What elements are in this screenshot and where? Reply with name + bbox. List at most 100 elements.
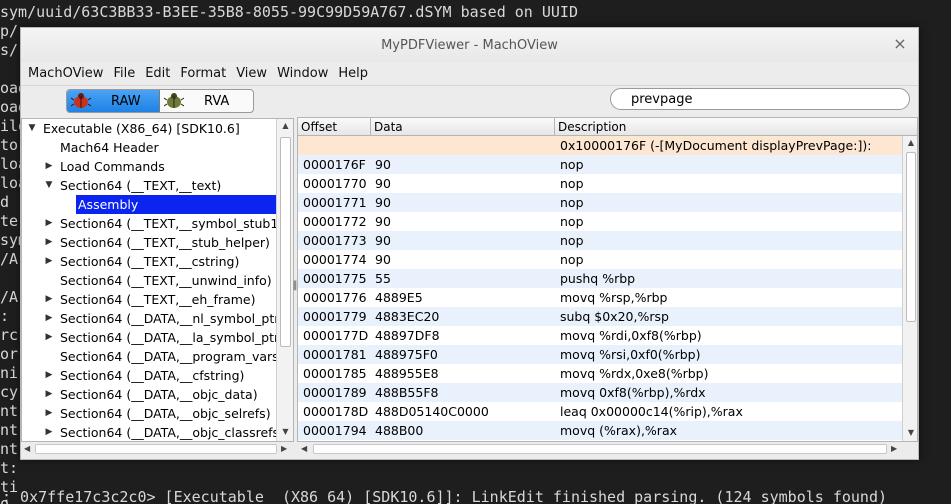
data-cell: 488975F0 <box>375 347 438 362</box>
tree-item-label: Section64 (__TEXT,__stub_helper) <box>60 235 270 250</box>
outline-scroll-thumb[interactable] <box>280 137 291 347</box>
description-cell: nop <box>560 252 584 267</box>
raw-mode-button[interactable]: RAW <box>67 90 160 112</box>
table-row[interactable]: 00001772 90 nop <box>298 212 902 231</box>
terminal-bottom-line: : 0x7ffe17c3c2c0> [Executable (X86_64) [… <box>2 488 888 504</box>
tree-item-label: Section64 (__DATA,__la_symbol_ptr) <box>60 330 284 345</box>
menu-edit[interactable]: Edit <box>142 66 177 81</box>
disclosure-collapsed-icon[interactable]: ▶ <box>43 328 55 347</box>
table-horizontal-scrollbar[interactable]: ◀ ▶ <box>297 442 918 457</box>
scroll-right-arrow-icon[interactable]: ▶ <box>281 444 287 453</box>
column-header-offset[interactable]: Offset <box>298 118 371 136</box>
disclosure-collapsed-icon[interactable]: ▶ <box>43 233 55 252</box>
data-cell: 90 <box>375 214 391 229</box>
scroll-right-arrow-icon[interactable]: ▶ <box>891 444 897 453</box>
table-row[interactable]: 0000178D 488D05140C0000 leaq 0x00000c14(%r… <box>298 402 902 421</box>
rva-mode-button[interactable]: RVA <box>160 90 253 112</box>
toolbar: RAW RVA <box>21 86 918 118</box>
tree-item-label: Load Commands <box>60 159 165 174</box>
rva-mode-label: RVA <box>204 94 230 109</box>
table-row[interactable]: 0000177D 48897DF8 movq %rdi,0xf8(%rbp) <box>298 326 902 345</box>
table-row[interactable]: 00001776 4889E5 movq %rsp,%rbp <box>298 288 902 307</box>
menu-help[interactable]: Help <box>335 66 375 81</box>
address-mode-toggle: RAW RVA <box>66 89 254 113</box>
outline-hscroll-track[interactable] <box>35 444 277 454</box>
tree-item-label: Section64 (__DATA,__nl_symbol_ptr) <box>60 311 285 326</box>
description-cell: nop <box>560 195 584 210</box>
table-row[interactable]: 0000176F 90 nop <box>298 155 902 174</box>
offset-cell: 0000176F <box>303 157 366 172</box>
table-row[interactable]: 00001781 488975F0 movq %rsi,0xf0(%rbp) <box>298 345 902 364</box>
search-input[interactable] <box>610 88 910 110</box>
description-cell: movq (%rax),%rax <box>560 423 678 438</box>
scroll-up-arrow-icon[interactable]: ▲ <box>903 138 917 147</box>
title-bar[interactable]: MyPDFViewer - MachOView × <box>21 28 918 62</box>
disclosure-collapsed-icon[interactable]: ▶ <box>43 290 55 309</box>
table-row[interactable]: 00001771 90 nop <box>298 193 902 212</box>
description-cell: movq %rdx,0xe8(%rbp) <box>560 366 709 381</box>
offset-cell: 00001773 <box>303 233 367 248</box>
disclosure-collapsed-icon[interactable]: ▶ <box>43 309 55 328</box>
menu-machoview[interactable]: MachOView <box>25 66 110 81</box>
disclosure-collapsed-icon[interactable]: ▶ <box>43 385 55 404</box>
table-row[interactable]: 00001773 90 nop <box>298 231 902 250</box>
disclosure-collapsed-icon[interactable]: ▶ <box>43 157 55 176</box>
description-cell: movq %rsi,0xf0(%rbp) <box>560 347 701 362</box>
disclosure-collapsed-icon[interactable]: ▶ <box>43 423 55 441</box>
description-cell: nop <box>560 176 584 191</box>
tree-item-label: Executable (X86_64) [SDK10.6] <box>43 121 240 136</box>
tree-item-label: Section64 (__TEXT,__text) <box>60 178 222 193</box>
machoview-window: MyPDFViewer - MachOView × MachOView File E… <box>20 27 919 460</box>
menu-bar: MachOView File Edit Format View Window Help <box>21 62 918 86</box>
data-cell: 55 <box>375 271 391 286</box>
scroll-left-arrow-icon[interactable]: ◀ <box>24 444 30 453</box>
table-row[interactable]: 00001775 55 pushq %rbp <box>298 269 902 288</box>
table-hscroll-track[interactable] <box>313 444 887 454</box>
data-cell: 4883EC20 <box>375 309 440 324</box>
disclosure-collapsed-icon[interactable]: ▶ <box>43 252 55 271</box>
description-cell: subq $0x20,%rsp <box>560 309 669 324</box>
table-scroll-thumb[interactable] <box>906 152 916 322</box>
menu-view[interactable]: View <box>233 66 274 81</box>
description-cell: pushq %rbp <box>560 271 636 286</box>
description-cell: nop <box>560 233 584 248</box>
menu-file[interactable]: File <box>110 66 142 81</box>
close-window-button[interactable]: × <box>892 36 908 52</box>
disclosure-collapsed-icon[interactable]: ▶ <box>43 214 55 233</box>
disclosure-expanded-icon[interactable]: ▼ <box>43 176 55 195</box>
table-row[interactable]: 00001789 488B55F8 movq 0xf8(%rbp),%rdx <box>298 383 902 402</box>
outline-horizontal-scrollbar[interactable]: ◀ ▶ <box>21 442 294 457</box>
menu-window[interactable]: Window <box>274 66 335 81</box>
table-row[interactable]: 00001770 90 nop <box>298 174 902 193</box>
description-cell: 0x10000176F (-[MyDocument displayPrevPag… <box>560 138 872 153</box>
offset-cell: 00001775 <box>303 271 367 286</box>
menu-format[interactable]: Format <box>177 66 233 81</box>
raw-mode-label: RAW <box>111 94 141 109</box>
description-cell: movq %rdi,0xf8(%rbp) <box>560 328 702 343</box>
table-header: Offset Data Description <box>298 118 917 136</box>
tree-item-label: Section64 (__DATA,__program_vars) <box>60 349 284 364</box>
scroll-left-arrow-icon[interactable]: ◀ <box>301 444 307 453</box>
scroll-down-arrow-icon[interactable]: ▼ <box>903 428 917 437</box>
column-header-data[interactable]: Data <box>371 118 555 136</box>
data-table-pane[interactable]: Offset Data Description 0x10000176F (-[M… <box>297 117 918 442</box>
offset-cell: 00001789 <box>303 385 367 400</box>
disclosure-collapsed-icon[interactable]: ▶ <box>43 404 55 423</box>
table-row[interactable]: 00001779 4883EC20 subq $0x20,%rsp <box>298 307 902 326</box>
description-cell: nop <box>560 214 584 229</box>
table-row[interactable]: 00001794 488B00 movq (%rax),%rax <box>298 421 902 440</box>
tree-item-label: Section64 (__TEXT,__eh_frame) <box>60 292 256 307</box>
table-row[interactable]: 00001774 90 nop <box>298 250 902 269</box>
scroll-up-arrow-icon[interactable]: ▲ <box>277 121 293 130</box>
tree-item-label: Assembly <box>76 195 276 214</box>
column-header-description[interactable]: Description <box>555 118 917 136</box>
table-vertical-scrollbar[interactable]: ▲ ▼ <box>902 136 917 441</box>
description-cell: nop <box>560 157 584 172</box>
disclosure-expanded-icon[interactable]: ▼ <box>26 119 38 138</box>
outline-tree-pane[interactable]: ▼ Executable (X86_64) [SDK10.6] Mach64 Hea… <box>21 118 294 442</box>
scroll-down-arrow-icon[interactable]: ▼ <box>277 427 293 436</box>
disclosure-collapsed-icon[interactable]: ▶ <box>43 366 55 385</box>
red-bug-icon <box>71 93 91 108</box>
table-row[interactable]: 00001785 488955E8 movq %rdx,0xe8(%rbp) <box>298 364 902 383</box>
symbol-row[interactable]: 0x10000176F (-[MyDocument displayPrevPag… <box>298 136 902 155</box>
